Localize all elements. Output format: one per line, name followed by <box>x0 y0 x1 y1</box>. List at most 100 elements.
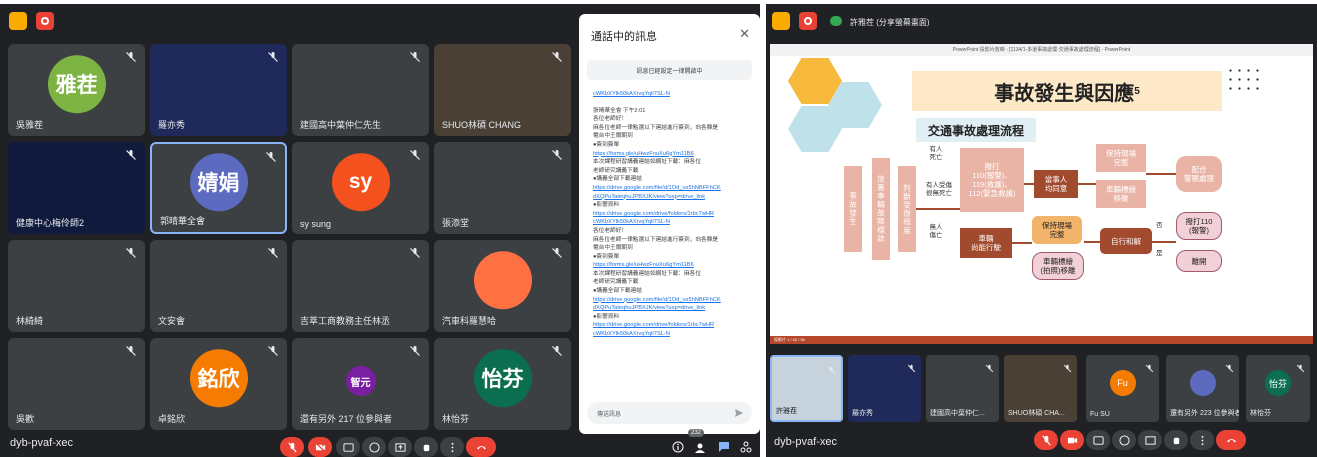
chat-line: 麻各位老師一律點選以下連結進行簽到，向各縣是 <box>593 124 719 131</box>
mic-off-button[interactable] <box>1034 430 1058 450</box>
captions-button[interactable] <box>336 437 360 457</box>
participant-name: sy sung <box>300 219 332 229</box>
film-tile[interactable]: 怡芬 林怡芬 <box>1246 355 1310 422</box>
mic-off-icon <box>551 50 563 62</box>
chat-line: 本次課程研習講義連結如網址下載：麻各位 <box>593 159 702 166</box>
chat-line: 電台中王爾朝到 <box>593 245 633 252</box>
chat-link[interactable]: https://drive.google.com/file/d/1Od_ux5h… <box>593 184 755 193</box>
participant-tile[interactable]: SHUO林碩 CHANG <box>434 44 571 136</box>
record-icon[interactable] <box>36 12 54 30</box>
close-icon[interactable]: ✕ <box>739 26 750 42</box>
chat-link[interactable]: https://drive.google.com/file/d/1Od_ux5h… <box>593 296 755 305</box>
mic-off-icon <box>125 148 137 160</box>
chat-link[interactable]: cWKbXYlk50kAXrvqYqlI7SL-N <box>593 90 755 99</box>
participant-tile[interactable]: 林綺綺 <box>8 240 145 332</box>
participant-name: 吉萃工商教務主任林丞 <box>300 316 391 326</box>
film-tile[interactable]: 建國高中葉仲仁... <box>926 355 999 422</box>
flow-cooperate: 配合 警察處理 <box>1176 156 1222 192</box>
slide-title-sup: 5 <box>1134 85 1140 97</box>
chat-input[interactable]: 傳送訊息 <box>587 402 752 424</box>
slide: 事故發生與因應 5 交通事故處理流程 事故發生 放置車輛故障標誌 判斷受傷程度 有… <box>778 56 1287 334</box>
participant-tile[interactable]: 健康中心梅伶師2 <box>8 142 145 234</box>
participant-name: SHUO林碩 CHA... <box>1008 410 1065 417</box>
chat-link[interactable]: cWKbXYlk50kAXrvqYqlI7SL-N <box>593 330 755 339</box>
chat-line: ●影響資料 <box>593 313 620 320</box>
participant-tile[interactable]: 智元 還有另外 217 位參與者 <box>292 338 429 430</box>
mic-off-icon <box>409 50 421 62</box>
participant-tile[interactable]: 羅亦秀 <box>150 44 287 136</box>
emoji-button[interactable] <box>1112 430 1136 450</box>
flow-remove: 放置車輛故障標誌 <box>872 158 890 260</box>
info-icon[interactable] <box>672 441 684 453</box>
camera-off-button[interactable] <box>1060 430 1084 450</box>
more-options-button[interactable] <box>1190 430 1214 450</box>
film-tile[interactable]: 羅亦秀 <box>848 355 921 422</box>
flow-arrow <box>1084 241 1100 243</box>
chat-link[interactable]: https://drive.google.com/drive/folders/1… <box>593 210 755 219</box>
dot-pattern <box>1226 66 1260 96</box>
chat-link[interactable]: https://drive.google.com/drive/folders/1… <box>593 321 755 330</box>
chat-icon[interactable] <box>718 441 730 453</box>
participant-tile[interactable]: 吳歡 <box>8 338 145 430</box>
people-button[interactable]: 232 <box>688 429 706 457</box>
chat-link[interactable]: dXQPuTateqhuJPBXJK/view?usp=drive_link <box>593 193 755 202</box>
chat-line: 各位老師好！ <box>593 116 628 123</box>
participant-tile[interactable]: 張添堂 <box>434 142 571 234</box>
mic-off-icon <box>1063 360 1072 373</box>
shield-icon[interactable] <box>772 12 790 30</box>
end-call-button[interactable] <box>1216 430 1246 450</box>
flow-arrow <box>1146 173 1176 175</box>
mic-off-icon <box>267 344 279 356</box>
film-tile[interactable]: 還有另外 223 位參與者 <box>1166 355 1239 422</box>
send-icon[interactable] <box>734 408 744 418</box>
mic-off-icon <box>125 246 137 258</box>
raise-hand-button[interactable] <box>414 437 438 457</box>
participant-name: 許雅茬 <box>776 408 797 415</box>
shield-icon[interactable] <box>9 12 27 30</box>
participant-tile[interactable]: 文安會 <box>150 240 287 332</box>
label-death: 有人 死亡 <box>929 146 943 161</box>
flow-photo: 車輛標繪 (拍照)移離 <box>1032 252 1084 280</box>
participant-tile[interactable]: 建國高中葉仲仁先生 <box>292 44 429 136</box>
chat-line: ●講義全部下載連結 <box>593 176 642 183</box>
present-button[interactable] <box>1138 430 1162 450</box>
participant-tile[interactable]: 婧娟 郭晴華全會 <box>150 142 287 234</box>
captions-button[interactable] <box>1086 430 1110 450</box>
mic-off-icon <box>827 362 836 375</box>
chat-link[interactable]: cWKbXYlk50kAXrvqYqlI7SL-N <box>593 218 755 227</box>
camera-off-button[interactable] <box>308 437 332 457</box>
participant-tile[interactable]: 銘欣 卓銘欣 <box>150 338 287 430</box>
participant-name: 建國高中葉仲仁先生 <box>300 120 382 130</box>
chat-toggle[interactable]: 訊息已經設定一律開啟中 <box>587 60 752 80</box>
raise-hand-button[interactable] <box>1164 430 1188 450</box>
status-bar: 投影片 1 / 42 / 50 <box>770 336 1313 344</box>
chat-link[interactable]: https://forms.gle/uHwzFnuXu6gYm11B6 <box>593 261 755 270</box>
flow-leave: 離開 <box>1176 250 1222 272</box>
film-tile[interactable]: SHUO林碩 CHA... <box>1004 355 1077 422</box>
chat-line: 電台中王爾朝到 <box>593 133 633 140</box>
participant-tile[interactable]: 汽車科羅慧哈 <box>434 240 571 332</box>
flow-arrow <box>1152 241 1176 243</box>
participant-name: 汽車科羅慧哈 <box>442 316 497 326</box>
chat-line: 老師研究講義下載 <box>593 167 639 174</box>
label-no: 否 <box>1156 222 1163 229</box>
film-tile[interactable]: Fu Fu SU <box>1086 355 1159 422</box>
mic-off-icon <box>265 150 277 162</box>
participant-name: 還有另外 217 位參與者 <box>300 414 393 424</box>
end-call-button[interactable] <box>466 437 496 457</box>
record-icon[interactable] <box>799 12 817 30</box>
mic-off-button[interactable] <box>280 437 304 457</box>
emoji-button[interactable] <box>362 437 386 457</box>
chat-link[interactable]: https://forms.gle/uHwzFnuXu6gYm11B6 <box>593 150 755 159</box>
film-tile[interactable]: 許雅茬 <box>770 355 843 422</box>
participant-tile[interactable]: sy sy sung <box>292 142 429 234</box>
chat-link[interactable]: dXQPuTateqhuJPBXJK/view?usp=drive_link <box>593 304 755 313</box>
mic-off-icon <box>409 148 421 160</box>
participant-tile[interactable]: 怡芬 林怡芬 <box>434 338 571 430</box>
activities-icon[interactable] <box>740 441 752 453</box>
present-button[interactable] <box>388 437 412 457</box>
participant-tile[interactable]: 雅茬 吳雅茬 <box>8 44 145 136</box>
participant-tile[interactable]: 吉萃工商教務主任林丞 <box>292 240 429 332</box>
participant-name: Fu SU <box>1090 411 1110 418</box>
more-options-button[interactable] <box>440 437 464 457</box>
